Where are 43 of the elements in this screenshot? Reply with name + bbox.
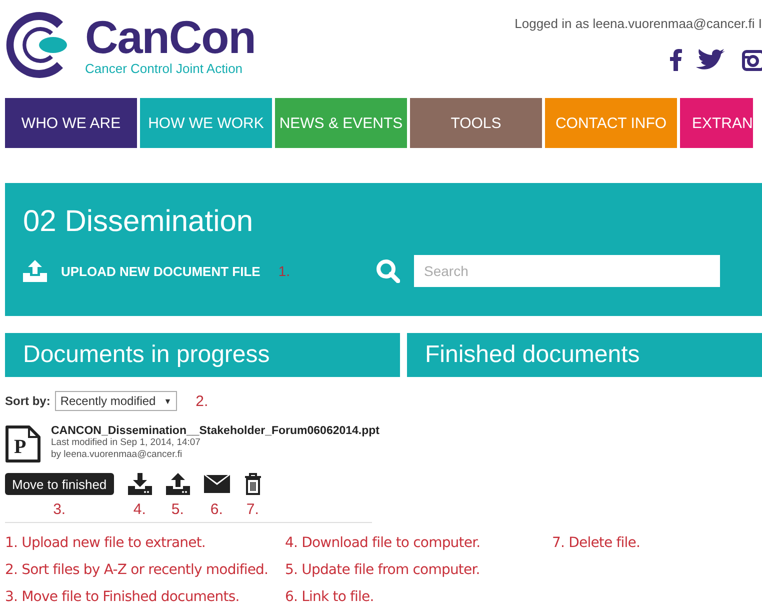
annotation-number: 1. [278, 263, 290, 279]
nav-tab[interactable]: WHO WE ARE [5, 98, 137, 148]
logo-subtitle: Cancer Control Joint Action [85, 62, 244, 76]
annotation-number: 7. [246, 501, 259, 518]
logo-title: CanCon [85, 14, 256, 60]
legend-note: 6. Link to file. [285, 589, 375, 607]
login-status: Logged in as leena.vuorenmaa@cancer.fi I [514, 16, 762, 31]
camera-icon[interactable] [742, 49, 762, 71]
sort-dropdown[interactable]: Recently modified ▼ [55, 391, 177, 411]
legend-note: 4. Download file to computer. [285, 535, 482, 553]
legend-note: 1. Upload new file to extranet. [5, 535, 206, 553]
legend-note: 2. Sort files by A-Z or recently modified. [5, 562, 270, 580]
file-modified: Last modified in Sep 1, 2014, 14:07 [51, 437, 202, 449]
trash-icon[interactable] [244, 473, 262, 495]
annotation-number: 2. [196, 392, 208, 410]
nav-tab[interactable]: HOW WE WORK [140, 98, 272, 148]
annotation-number: 6. [210, 501, 223, 518]
folder-title: 02 Dissemination [23, 205, 254, 239]
nav-tab[interactable]: CONTACT INFO [545, 98, 677, 148]
facebook-icon[interactable] [670, 49, 682, 71]
search-icon[interactable] [376, 259, 400, 283]
legend-note: 3. Move file to Finished documents. [5, 589, 240, 607]
annotation-number: 4. [133, 501, 146, 518]
document-icon [5, 425, 41, 463]
annotation-number: 3. [53, 501, 66, 518]
upload-icon[interactable] [166, 473, 190, 495]
file-type-letter: P [14, 437, 26, 457]
move-to-finished-button[interactable]: Move to finished [5, 473, 114, 495]
legend-note: 7. Delete file. [552, 535, 642, 553]
annotation-number: 5. [171, 501, 184, 518]
section-header: Documents in progress [5, 333, 400, 377]
file-owner: by leena.vuorenmaa@cancer.fi [51, 449, 184, 461]
nav-tab[interactable]: EXTRAN [680, 98, 753, 148]
download-icon[interactable] [128, 473, 152, 495]
search-field[interactable]: Search [414, 255, 720, 287]
section-header: Finished documents [407, 333, 762, 377]
mail-icon[interactable] [204, 473, 230, 495]
nav-tab[interactable]: NEWS & EVENTS [275, 98, 407, 148]
file-name[interactable]: CANCON_Dissemination__Stakeholder_Forum06062014.ppt [51, 425, 380, 437]
sort-label: Sort by: [5, 394, 50, 408]
legend-note: 5. Update file from computer. [285, 562, 481, 580]
upload-link[interactable]: UPLOAD NEW DOCUMENT FILE [23, 260, 260, 282]
nav-tab[interactable]: TOOLS [410, 98, 542, 148]
